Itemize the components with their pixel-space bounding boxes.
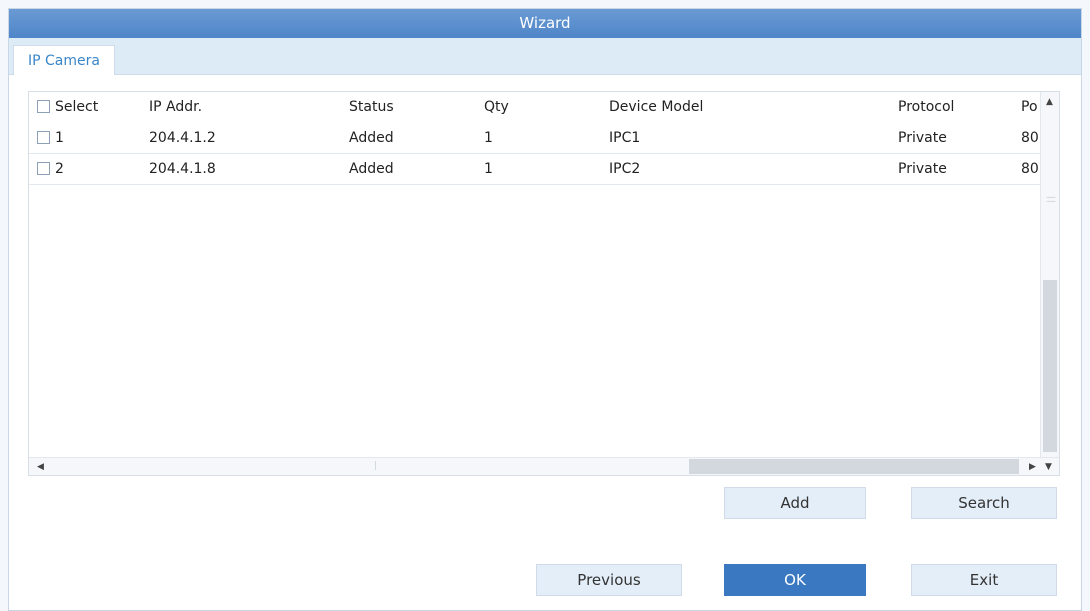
select-all-checkbox[interactable] bbox=[37, 100, 50, 113]
device-table: Select IP Addr. Status Qty Device Model … bbox=[28, 91, 1060, 476]
row-number: 1 bbox=[55, 130, 64, 146]
column-header-qty[interactable]: Qty bbox=[484, 92, 509, 123]
scroll-right-icon[interactable]: ▶ bbox=[1029, 461, 1036, 473]
scroll-grip-icon: | bbox=[374, 461, 378, 471]
scroll-down-icon[interactable]: ▼ bbox=[1045, 461, 1052, 473]
wizard-window: Wizard IP Camera Select IP Addr. Status … bbox=[8, 8, 1082, 611]
scroll-up-icon[interactable]: ▲ bbox=[1046, 96, 1053, 108]
window-title: Wizard bbox=[9, 9, 1081, 38]
row-qty: 1 bbox=[484, 130, 493, 146]
column-header-ip-addr[interactable]: IP Addr. bbox=[149, 92, 202, 123]
tab-ip-camera[interactable]: IP Camera bbox=[13, 45, 115, 75]
column-header-protocol[interactable]: Protocol bbox=[898, 92, 954, 123]
row-select-cell[interactable]: 2 bbox=[37, 154, 64, 185]
row-number: 2 bbox=[55, 161, 64, 177]
search-button[interactable]: Search bbox=[911, 487, 1057, 519]
table-header: Select IP Addr. Status Qty Device Model … bbox=[29, 92, 1041, 123]
scroll-grip-icon: — — bbox=[1046, 192, 1056, 207]
exit-button[interactable]: Exit bbox=[911, 564, 1057, 596]
column-header-status[interactable]: Status bbox=[349, 92, 394, 123]
row-checkbox[interactable] bbox=[37, 131, 50, 144]
row-select-cell[interactable]: 1 bbox=[37, 123, 64, 154]
row-ip-addr: 204.4.1.2 bbox=[149, 130, 216, 146]
column-header-select: Select bbox=[55, 99, 99, 115]
add-button[interactable]: Add bbox=[724, 487, 866, 519]
horizontal-scrollbar[interactable]: ◀ | ▶ ▼ bbox=[29, 457, 1059, 475]
vertical-scroll-thumb[interactable] bbox=[1043, 280, 1057, 452]
table-row[interactable]: 1 204.4.1.2 Added 1 IPC1 Private 80 bbox=[29, 123, 1041, 154]
previous-button[interactable]: Previous bbox=[536, 564, 682, 596]
row-protocol: Private bbox=[898, 161, 947, 177]
row-ip-addr: 204.4.1.8 bbox=[149, 161, 216, 177]
row-port: 80 bbox=[1021, 130, 1039, 146]
column-header-port[interactable]: Po bbox=[1021, 92, 1041, 123]
horizontal-scroll-thumb[interactable] bbox=[689, 459, 1019, 474]
table-row[interactable]: 2 204.4.1.8 Added 1 IPC2 Private 80 bbox=[29, 154, 1041, 185]
row-status: Added bbox=[349, 161, 394, 177]
select-all-column[interactable]: Select bbox=[37, 92, 98, 123]
vertical-scrollbar[interactable]: ▲ — — bbox=[1040, 92, 1059, 459]
tab-bar: IP Camera bbox=[9, 38, 1081, 75]
row-checkbox[interactable] bbox=[37, 162, 50, 175]
row-device-model: IPC2 bbox=[609, 161, 641, 177]
row-port: 80 bbox=[1021, 161, 1039, 177]
row-protocol: Private bbox=[898, 130, 947, 146]
ok-button[interactable]: OK bbox=[724, 564, 866, 596]
row-qty: 1 bbox=[484, 161, 493, 177]
row-device-model: IPC1 bbox=[609, 130, 641, 146]
row-status: Added bbox=[349, 130, 394, 146]
scroll-left-icon[interactable]: ◀ bbox=[37, 461, 44, 473]
column-header-device-model[interactable]: Device Model bbox=[609, 92, 703, 123]
